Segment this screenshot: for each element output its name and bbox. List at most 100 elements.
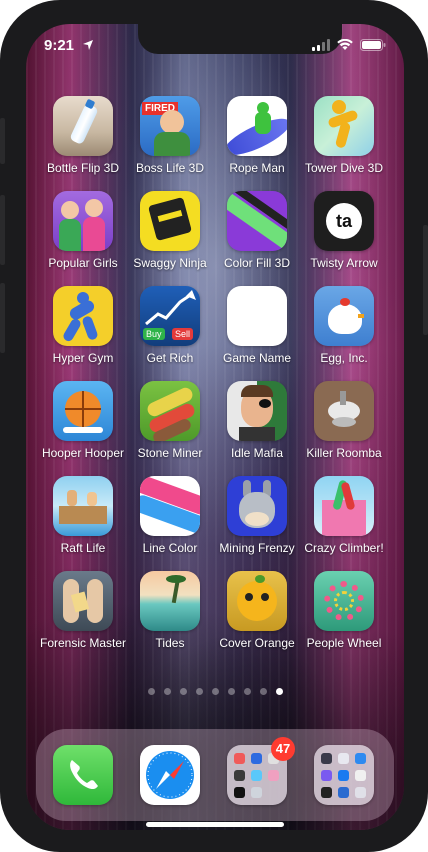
dock-safari-app[interactable] <box>140 745 200 805</box>
twisty-arrow-icon: ta <box>314 191 374 251</box>
folder-mini-app <box>251 787 262 798</box>
forensic-feet-icon <box>53 571 113 631</box>
safari-compass-icon <box>146 751 194 799</box>
mute-switch <box>0 118 5 164</box>
swaggy-ninja-icon <box>140 191 200 251</box>
folder-mini-app <box>321 753 332 764</box>
folder-mini-app <box>338 770 349 781</box>
status-time: 9:21 <box>44 37 75 54</box>
basketball-icon <box>53 381 113 441</box>
folder-mini-app <box>251 770 262 781</box>
app-bottle-flip-3d[interactable]: Bottle Flip 3D <box>40 96 126 188</box>
status-bar: 9:21 <box>26 37 404 57</box>
folder-mini-app <box>234 753 245 764</box>
page-dot[interactable] <box>259 688 267 695</box>
app-tides[interactable]: Tides <box>127 571 213 663</box>
page-dot-active[interactable] <box>275 688 283 695</box>
dock-folder-games[interactable]: 47 <box>227 737 295 805</box>
app-tower-dive-3d[interactable]: Tower Dive 3D <box>301 96 387 188</box>
folder-mini-app <box>268 770 279 781</box>
page-dot[interactable] <box>147 688 155 695</box>
app-stone-miner[interactable]: Stone Miner <box>127 381 213 473</box>
app-label: Tower Dive 3D <box>304 161 384 175</box>
app-forensic-master[interactable]: Forensic Master <box>40 571 126 663</box>
mining-frenzy-donkey-icon <box>227 476 287 536</box>
app-label: Mining Frenzy <box>219 541 295 555</box>
get-rich-icon: Buy Sell <box>140 286 200 346</box>
volume-up-button <box>0 195 5 265</box>
buy-label: Buy <box>143 328 165 340</box>
app-idle-mafia[interactable]: Idle Mafia <box>214 381 300 473</box>
home-indicator[interactable] <box>146 822 284 827</box>
dock-phone-app[interactable] <box>53 745 113 805</box>
app-mining-frenzy[interactable]: Mining Frenzy <box>214 476 300 568</box>
page-indicator[interactable] <box>26 688 404 695</box>
app-egg-inc[interactable]: Egg, Inc. <box>301 286 387 378</box>
boss-life-icon: FIRED <box>140 96 200 156</box>
sell-label: Sell <box>172 328 194 340</box>
app-line-color[interactable]: Line Color <box>127 476 213 568</box>
raft-life-icon <box>53 476 113 536</box>
page-dot[interactable] <box>227 688 235 695</box>
popular-girls-icon <box>53 191 113 251</box>
roomba-icon <box>314 381 374 441</box>
cellular-signal-icon <box>312 39 330 51</box>
folder-mini-app <box>234 787 245 798</box>
power-button <box>423 225 428 335</box>
app-label: Killer Roomba <box>306 446 382 460</box>
app-label: Crazy Climber! <box>304 541 384 555</box>
color-fill-icon <box>227 191 287 251</box>
dock: 47 <box>36 729 394 821</box>
folder-mini-app <box>234 770 245 781</box>
bottle-flip-icon <box>53 96 113 156</box>
app-label: Get Rich <box>146 351 194 365</box>
app-label: Raft Life <box>60 541 106 555</box>
app-rope-man[interactable]: Rope Man <box>214 96 300 188</box>
app-label: Hyper Gym <box>52 351 114 365</box>
app-label: Hooper Hooper <box>41 446 125 460</box>
app-people-wheel[interactable]: People Wheel <box>301 571 387 663</box>
app-label: Rope Man <box>229 161 285 175</box>
app-label: Boss Life 3D <box>135 161 205 175</box>
page-dot[interactable] <box>179 688 187 695</box>
page-dot[interactable] <box>195 688 203 695</box>
app-label: Bottle Flip 3D <box>46 161 120 175</box>
app-label: Swaggy Ninja <box>133 256 207 270</box>
app-boss-life-3d[interactable]: FIRED Boss Life 3D <box>127 96 213 188</box>
app-label: Game Name <box>222 351 292 365</box>
app-hooper-hooper[interactable]: Hooper Hooper <box>40 381 126 473</box>
rope-man-icon <box>227 96 287 156</box>
app-label: Line Color <box>142 541 198 555</box>
folder-mini-app <box>251 753 262 764</box>
app-label: Stone Miner <box>137 446 203 460</box>
app-color-fill-3d[interactable]: Color Fill 3D <box>214 191 300 283</box>
app-get-rich[interactable]: Buy Sell Get Rich <box>127 286 213 378</box>
app-label: Idle Mafia <box>230 446 284 460</box>
page-dot[interactable] <box>163 688 171 695</box>
app-raft-life[interactable]: Raft Life <box>40 476 126 568</box>
page-dot[interactable] <box>243 688 251 695</box>
home-screen: 9:21 Bottle Flip 3D FIRED Boss Life 3D R… <box>26 24 404 830</box>
twisty-logo-text: ta <box>326 203 362 239</box>
people-wheel-icon <box>314 571 374 631</box>
app-label: People Wheel <box>306 636 382 650</box>
wifi-icon <box>337 39 353 50</box>
app-twisty-arrow[interactable]: ta Twisty Arrow <box>301 191 387 283</box>
dock-folder-utilities[interactable] <box>314 745 374 805</box>
app-label: Tides <box>155 636 185 650</box>
crazy-climber-icon <box>314 476 374 536</box>
game-name-blank-icon <box>227 286 287 346</box>
app-cover-orange[interactable]: Cover Orange <box>214 571 300 663</box>
app-crazy-climber[interactable]: Crazy Climber! <box>301 476 387 568</box>
tides-beach-icon <box>140 571 200 631</box>
battery-icon <box>360 39 386 51</box>
notification-badge: 47 <box>271 737 295 761</box>
tower-dive-icon <box>314 96 374 156</box>
app-popular-girls[interactable]: Popular Girls <box>40 191 126 283</box>
app-hyper-gym[interactable]: Hyper Gym <box>40 286 126 378</box>
idle-mafia-icon <box>227 381 287 441</box>
app-swaggy-ninja[interactable]: Swaggy Ninja <box>127 191 213 283</box>
page-dot[interactable] <box>211 688 219 695</box>
app-killer-roomba[interactable]: Killer Roomba <box>301 381 387 473</box>
app-game-name[interactable]: Game Name <box>214 286 300 378</box>
